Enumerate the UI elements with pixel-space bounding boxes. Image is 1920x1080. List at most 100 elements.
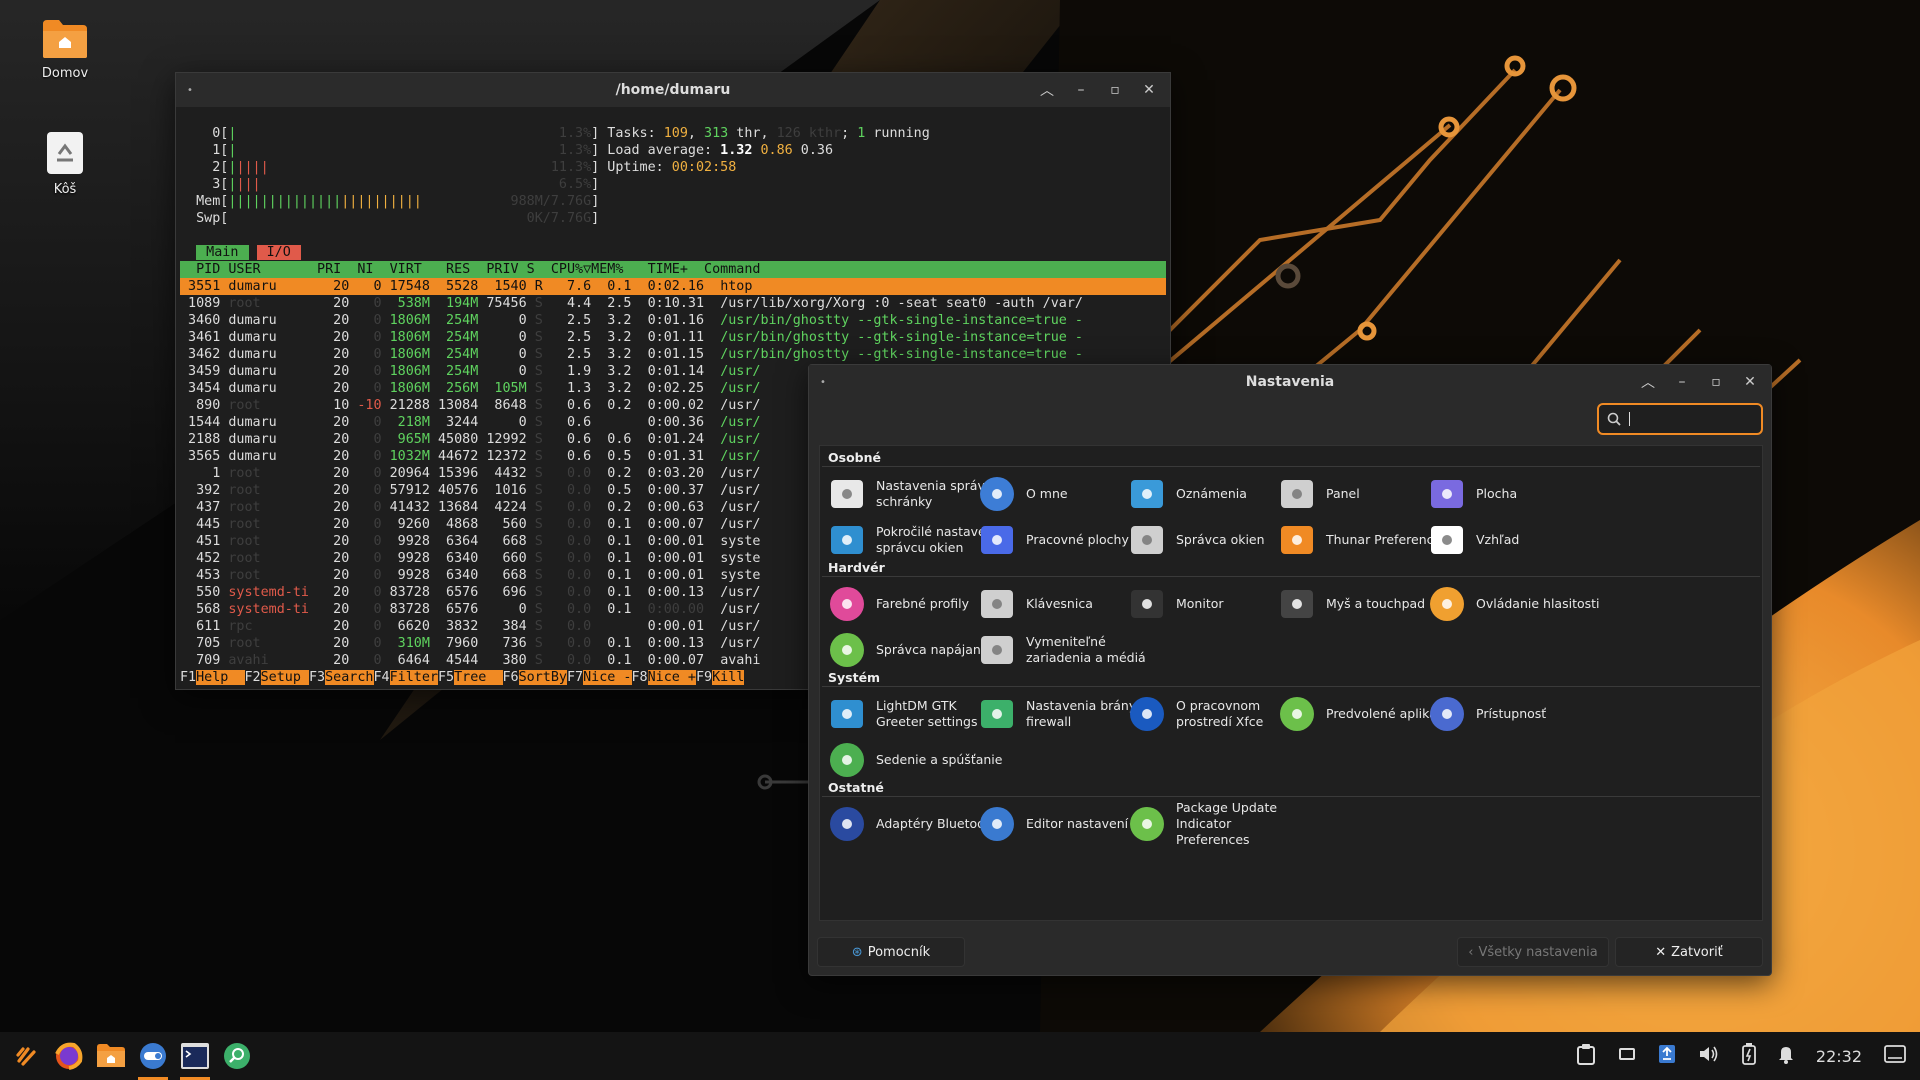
function-key[interactable]: F5	[438, 670, 454, 685]
search-input[interactable]	[1597, 403, 1763, 435]
process-virt: 1806M	[389, 364, 438, 379]
function-key[interactable]: F1	[180, 670, 196, 685]
process-virt: 21288	[389, 398, 438, 413]
settings-item[interactable]: Ovládanie hlasitosti	[1426, 580, 1606, 628]
firefox-launcher[interactable]	[52, 1039, 86, 1073]
window-menu-icon[interactable]: •	[176, 85, 204, 96]
settings-item-icon	[976, 629, 1018, 671]
volume-icon[interactable]	[1698, 1044, 1720, 1068]
process-res: 4544	[438, 653, 487, 668]
process-time: 0:00.01	[639, 551, 721, 566]
settings-titlebar[interactable]: • Nastavenia ︿ – ▫ ✕	[809, 365, 1771, 399]
whisker-menu-button[interactable]	[10, 1039, 44, 1073]
all-settings-button[interactable]: ‹ Všetky nastavenia	[1457, 937, 1609, 967]
terminal-taskbar-button[interactable]	[178, 1039, 212, 1080]
process-virt: 538M	[389, 296, 438, 311]
clipboard-icon[interactable]	[1576, 1043, 1596, 1069]
cpu-meter-value: 1.3%	[236, 143, 592, 158]
process-cpu: 0.0	[550, 619, 600, 634]
function-key[interactable]: F7	[567, 670, 583, 685]
settings-item[interactable]: Prístupnosť	[1426, 690, 1606, 738]
desktop-icon-trash[interactable]: Kôš	[10, 130, 120, 197]
process-pri: 20	[317, 415, 358, 430]
process-virt: 1806M	[389, 381, 438, 396]
function-key[interactable]: F9	[696, 670, 712, 685]
update-indicator-icon[interactable]	[1658, 1044, 1676, 1068]
process-ni: 0	[357, 415, 390, 430]
function-key-label[interactable]: Nice +	[647, 670, 696, 685]
firefox-icon	[55, 1042, 83, 1070]
process-row[interactable]: 3462 dumaru 20 0 1806M 254M 0 S 2.5 3.2 …	[180, 346, 1166, 363]
monitor-icon	[1131, 590, 1163, 618]
process-row[interactable]: 1089 root 20 0 538M 194M 75456 S 4.4 2.5…	[180, 295, 1166, 312]
process-cpu: 0.6	[550, 415, 600, 430]
process-command: /usr/	[720, 619, 761, 634]
settings-item[interactable]: Vzhľad	[1426, 516, 1606, 564]
help-button[interactable]: ⊛ Pomocník	[817, 937, 965, 967]
settings-item-label: Myš a touchpad	[1326, 596, 1426, 611]
battery-icon[interactable]	[1741, 1043, 1756, 1069]
function-key-label[interactable]: Nice -	[583, 670, 632, 685]
cpu-meter-label: 2[	[180, 160, 229, 175]
settings-item-label: Monitor	[1176, 596, 1224, 611]
display-icon[interactable]	[1618, 1046, 1636, 1066]
function-key-label[interactable]: Help	[196, 670, 245, 685]
close-icon[interactable]: ✕	[1735, 369, 1765, 395]
settings-item-icon	[826, 473, 868, 515]
process-user: dumaru	[228, 415, 318, 430]
app-finder-launcher[interactable]	[220, 1039, 254, 1073]
settings-window[interactable]: • Nastavenia ︿ – ▫ ✕ Osobné Nastavenia sp…	[808, 364, 1772, 976]
process-virt: 310M	[389, 636, 438, 651]
function-key-label[interactable]: Search	[325, 670, 374, 685]
function-key-label[interactable]: Tree	[454, 670, 503, 685]
process-row[interactable]: 3551 dumaru 20 0 17548 5528 1540 R 7.6 0…	[180, 278, 1166, 295]
desktop-icon-home[interactable]: Domov	[10, 18, 120, 81]
shade-icon[interactable]: ︿	[1032, 77, 1062, 103]
function-key[interactable]: F4	[374, 670, 390, 685]
function-key-label[interactable]: Setup	[260, 670, 309, 685]
process-user: root	[228, 568, 318, 583]
process-virt: 965M	[389, 432, 438, 447]
function-key[interactable]: F6	[503, 670, 519, 685]
function-key-label[interactable]: Filter	[389, 670, 438, 685]
process-pid: 705	[180, 636, 229, 651]
settings-item[interactable]: Package Update Indicator Preferences	[1126, 800, 1306, 848]
function-key[interactable]: F2	[245, 670, 261, 685]
close-button[interactable]: ✕ Zatvoriť	[1615, 937, 1763, 967]
maximize-icon[interactable]: ▫	[1100, 77, 1130, 103]
process-ni: -10	[357, 398, 390, 413]
process-user: root	[228, 534, 318, 549]
function-key-label[interactable]: Kill	[712, 670, 745, 685]
minimize-icon[interactable]: –	[1066, 77, 1096, 103]
process-pid: 568	[180, 602, 229, 617]
settings-item[interactable]: Vymeniteľné zariadenia a médiá	[976, 626, 1156, 674]
process-pid: 1544	[180, 415, 229, 430]
settings-item[interactable]: Sedenie a spúšťanie	[826, 736, 1006, 784]
process-priv: 12372	[486, 449, 535, 464]
xfce-icon	[1130, 697, 1164, 731]
minimize-icon[interactable]: –	[1667, 369, 1697, 395]
settings-item-icon	[1276, 583, 1318, 625]
settings-item[interactable]: Plocha	[1426, 470, 1606, 518]
process-row[interactable]: 3460 dumaru 20 0 1806M 254M 0 S 2.5 3.2 …	[180, 312, 1166, 329]
clock[interactable]: 22:32	[1816, 1047, 1862, 1066]
process-mem: 0.2	[599, 398, 640, 413]
notifications-icon[interactable]	[1778, 1044, 1794, 1068]
process-state: S	[534, 296, 551, 311]
function-key[interactable]: F8	[632, 670, 648, 685]
function-key[interactable]: F3	[309, 670, 325, 685]
chevron-left-icon: ‹	[1468, 944, 1474, 960]
maximize-icon[interactable]: ▫	[1701, 369, 1731, 395]
process-mem: 0.5	[599, 449, 640, 464]
window-menu-icon[interactable]: •	[809, 377, 837, 388]
show-desktop-icon[interactable]	[1884, 1045, 1906, 1067]
terminal-titlebar[interactable]: • /home/dumaru ︿ – ▫ ✕	[176, 73, 1170, 107]
settings-taskbar-button[interactable]	[136, 1039, 170, 1080]
shade-icon[interactable]: ︿	[1633, 369, 1663, 395]
process-row[interactable]: 3461 dumaru 20 0 1806M 254M 0 S 2.5 3.2 …	[180, 329, 1166, 346]
process-ni: 0	[357, 466, 390, 481]
settings-item-label: Správca okien	[1176, 532, 1265, 547]
function-key-label[interactable]: SortBy	[518, 670, 567, 685]
close-icon[interactable]: ✕	[1134, 77, 1164, 103]
file-manager-launcher[interactable]	[94, 1039, 128, 1073]
